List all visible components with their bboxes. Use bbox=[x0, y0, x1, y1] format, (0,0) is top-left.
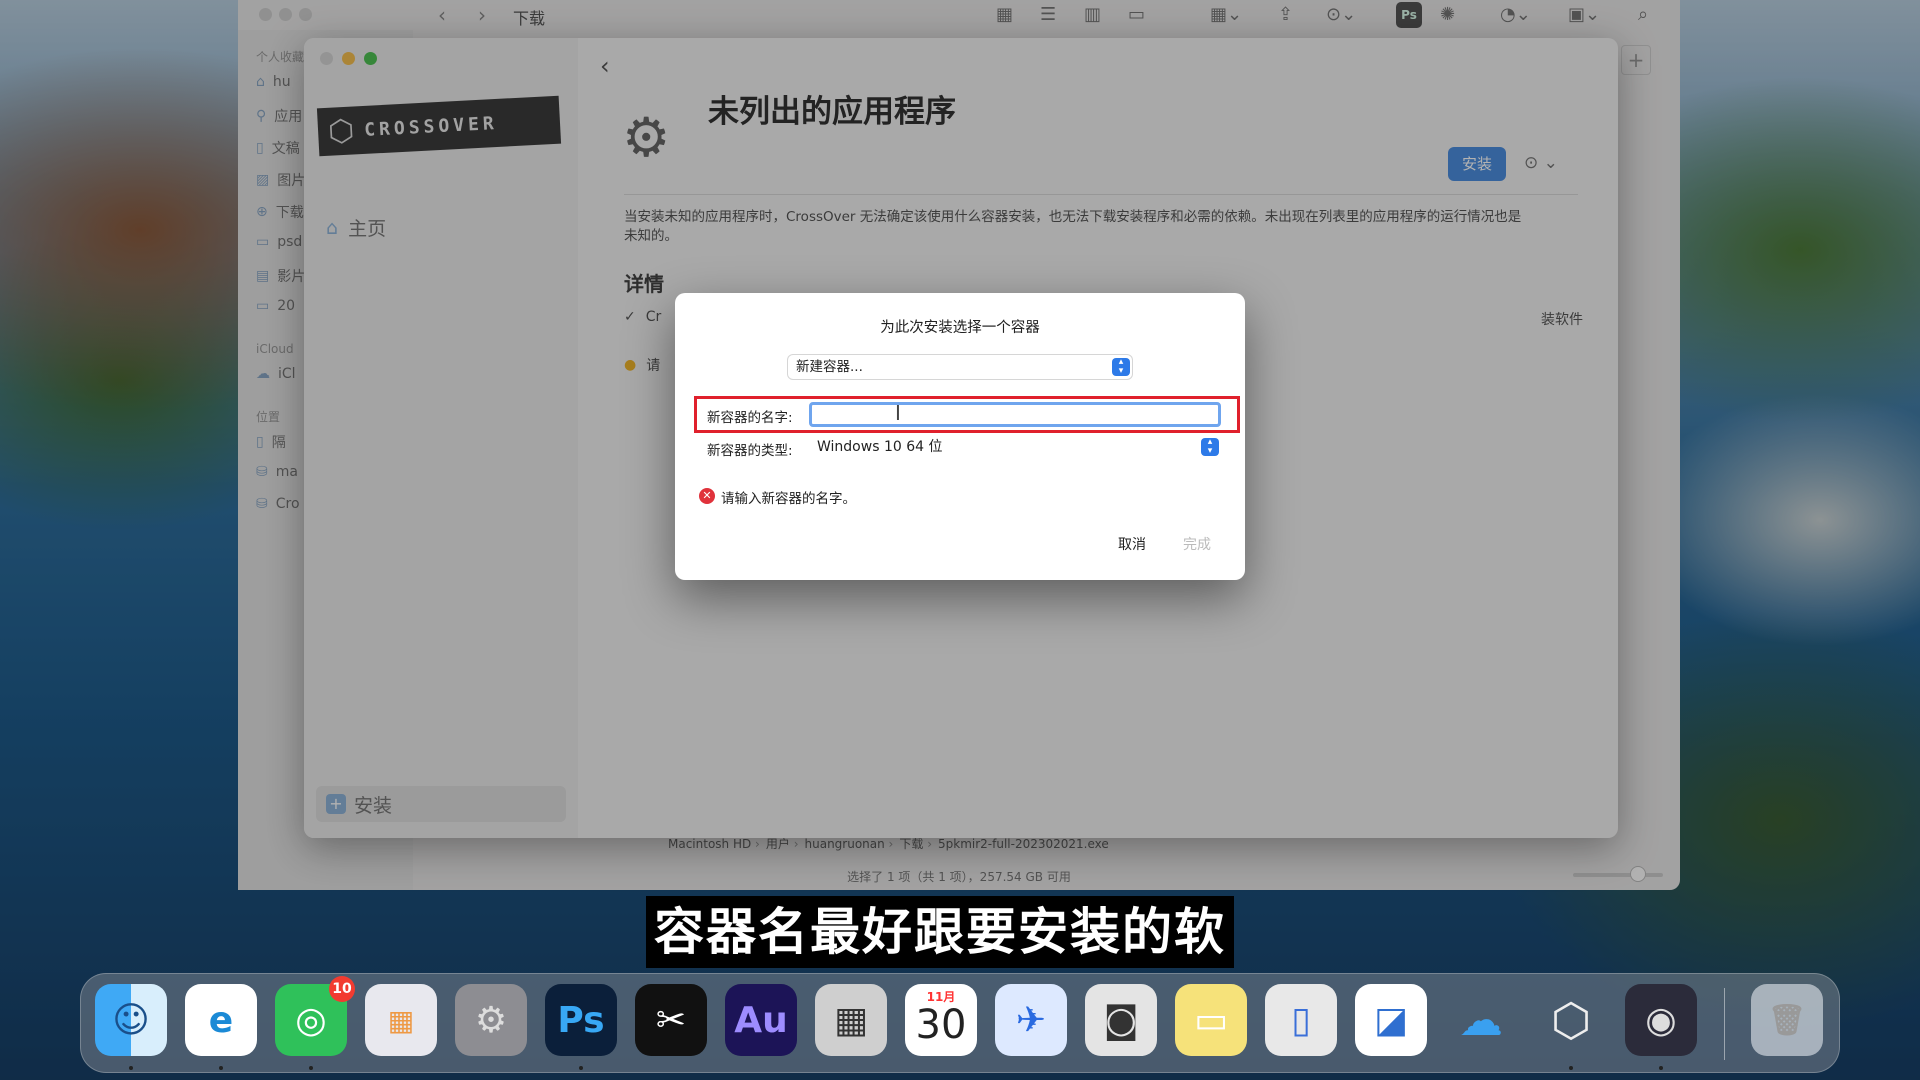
notification-badge: 10 bbox=[329, 976, 355, 1002]
type-label: 新容器的类型: bbox=[707, 443, 793, 459]
dialog-title: 为此次安装选择一个容器 bbox=[880, 320, 1040, 336]
cancel-button[interactable]: 取消 bbox=[1105, 533, 1159, 557]
running-indicator bbox=[1659, 1066, 1663, 1070]
container-name-input[interactable] bbox=[809, 402, 1221, 427]
system-settings-icon[interactable]: ⚙ bbox=[455, 984, 527, 1056]
container-type-select[interactable]: Windows 10 64 位 ▴ ▾ bbox=[809, 435, 1221, 459]
capcut-icon[interactable]: ✂ bbox=[635, 984, 707, 1056]
calculator-icon[interactable]: ▦ bbox=[815, 984, 887, 1056]
trash-icon[interactable]: 🗑 bbox=[1751, 984, 1823, 1056]
container-type-value: Windows 10 64 位 bbox=[817, 439, 943, 455]
wechat-icon[interactable]: ◎ 10 bbox=[275, 976, 355, 1056]
launchpad-icon[interactable]: ▦ bbox=[365, 984, 437, 1056]
dock-separator bbox=[1724, 988, 1725, 1060]
crossover-icon[interactable]: ⬡ bbox=[1535, 984, 1607, 1056]
running-indicator bbox=[309, 1066, 313, 1070]
name-label: 新容器的名字: bbox=[707, 410, 793, 426]
calendar-day: 30 bbox=[915, 1002, 967, 1048]
calendar-icon[interactable]: 11月 30 bbox=[905, 984, 977, 1056]
screenshot-icon[interactable]: ◙ bbox=[1085, 984, 1157, 1056]
notes-icon[interactable]: ▭ bbox=[1175, 984, 1247, 1056]
photoshop-icon[interactable]: Ps bbox=[545, 984, 617, 1056]
download-cloud-icon[interactable]: ☁ bbox=[1445, 984, 1517, 1056]
iphone-mirror-icon[interactable]: ▯ bbox=[1265, 984, 1337, 1056]
dock: ☺ e ◎ 10 ▦ ⚙ Ps ✂ Au ▦ 11月 30 ✈ ◙ ▭ ▯ ◪ ☁… bbox=[80, 973, 1840, 1073]
error-icon: ✕ bbox=[699, 488, 715, 504]
running-indicator bbox=[1569, 1066, 1573, 1070]
finder-icon[interactable]: ☺ bbox=[95, 984, 167, 1056]
remote-desktop-icon[interactable]: ◪ bbox=[1355, 984, 1427, 1056]
swallow-icon[interactable]: ✈ bbox=[995, 984, 1067, 1056]
error-message: 请输入新容器的名字。 bbox=[721, 491, 856, 507]
edge-icon[interactable]: e bbox=[185, 984, 257, 1056]
text-cursor-icon: I bbox=[895, 401, 901, 425]
container-dialog: 为此次安装选择一个容器 新建容器... ▴ ▾ 新容器的名字: I 新容器的类型:… bbox=[675, 293, 1245, 580]
stepper-icon: ▴ ▾ bbox=[1201, 438, 1219, 456]
running-indicator bbox=[219, 1066, 223, 1070]
video-subtitle: 容器名最好跟要安装的软 bbox=[646, 896, 1234, 968]
container-select[interactable]: 新建容器... ▴ ▾ bbox=[788, 355, 1132, 379]
done-button[interactable]: 完成 bbox=[1171, 533, 1223, 557]
stepper-icon: ▴ ▾ bbox=[1112, 358, 1130, 376]
running-indicator bbox=[129, 1066, 133, 1070]
container-select-value: 新建容器... bbox=[796, 359, 863, 375]
obs-icon[interactable]: ◉ bbox=[1625, 984, 1697, 1056]
running-indicator bbox=[579, 1066, 583, 1070]
audition-icon[interactable]: Au bbox=[725, 984, 797, 1056]
